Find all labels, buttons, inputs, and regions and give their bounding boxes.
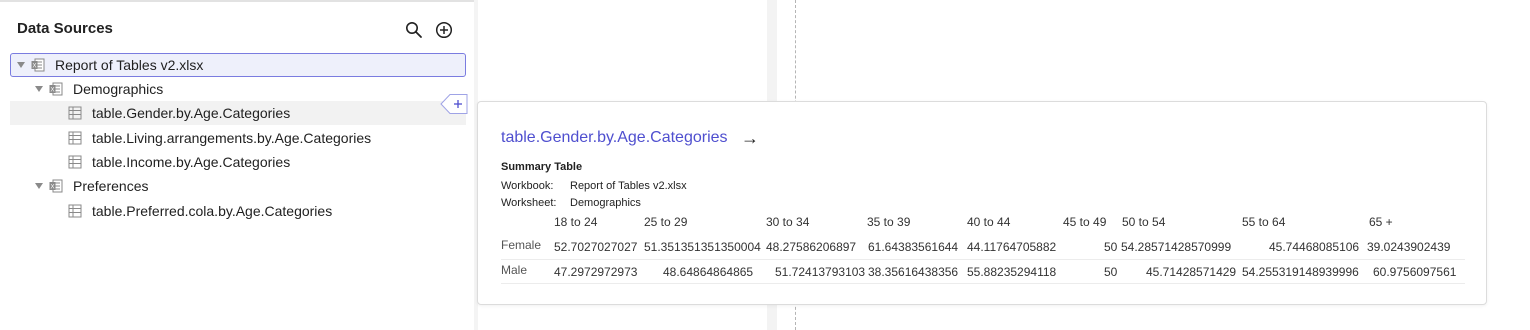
row-label-female: Female (501, 238, 542, 252)
column-header: 50 to 54 (1122, 215, 1166, 229)
table-cell: 44.11764705882 (967, 240, 1057, 254)
preview-title-link[interactable]: table.Gender.by.Age.Categories (501, 129, 728, 147)
table-cell: 45.71428571429 (1146, 265, 1237, 279)
search-icon[interactable] (404, 20, 424, 40)
row-label-male: Male (501, 263, 528, 277)
data-sources-title: Data Sources (17, 20, 113, 37)
column-header: 35 to 39 (867, 215, 911, 229)
row-divider (501, 259, 1465, 260)
table-cell: 54.28571428570999 (1121, 240, 1232, 254)
tree-item-income-table[interactable]: table.Income.by.Age.Categories (10, 150, 466, 174)
tree-item-preferences[interactable]: X Preferences (10, 174, 466, 198)
column-header: 65 + (1369, 215, 1393, 229)
column-header: 40 to 44 (967, 215, 1011, 229)
summary-table-heading: Summary Table (501, 161, 583, 173)
table-cell: 61.64383561644 (868, 240, 959, 254)
svg-text:X: X (50, 88, 54, 94)
workbook-label: Workbook: (501, 180, 554, 192)
tree-item-label: Preferences (73, 178, 149, 194)
tree-item-demographics[interactable]: X Demographics (10, 77, 466, 101)
table-cell: 60.9756097561 (1373, 265, 1457, 279)
excel-sheet-icon: X (49, 82, 63, 96)
excel-sheet-icon: X (49, 179, 63, 193)
table-cell: 48.27586206897 (766, 240, 857, 254)
workbook-value: Report of Tables v2.xlsx (570, 180, 687, 192)
table-cell: 54.255319148939996 (1242, 265, 1359, 279)
table-cell: 50 (1104, 240, 1118, 254)
table-icon (68, 155, 82, 169)
column-header: 18 to 24 (554, 215, 598, 229)
chevron-down-icon[interactable] (17, 62, 25, 68)
tree-item-label: table.Income.by.Age.Categories (92, 154, 291, 170)
table-cell: 55.88235294118 (967, 265, 1057, 279)
tree-item-workbook[interactable]: X Report of Tables v2.xlsx (10, 53, 466, 77)
tree-item-label: table.Living.arrangements.by.Age.Categor… (92, 130, 372, 146)
tree-item-label: table.Gender.by.Age.Categories (92, 105, 291, 121)
chevron-down-icon[interactable] (35, 86, 43, 92)
column-header: 30 to 34 (766, 215, 810, 229)
table-cell: 47.2972972973 (554, 265, 638, 279)
table-cell: 39.0243902439 (1367, 240, 1451, 254)
table-icon (68, 204, 82, 218)
table-cell: 48.64864864865 (663, 265, 754, 279)
tree-item-label: table.Preferred.cola.by.Age.Categories (92, 203, 333, 219)
svg-text:X: X (50, 185, 54, 191)
tree-item-label: Report of Tables v2.xlsx (55, 57, 204, 73)
worksheet-value: Demographics (570, 197, 641, 209)
arrow-right-icon[interactable]: → (741, 129, 759, 147)
table-cell: 51.72413793103 (775, 265, 866, 279)
column-header: 25 to 29 (644, 215, 688, 229)
table-cell: 52.7027027027 (554, 240, 638, 254)
excel-file-icon: X (31, 58, 45, 72)
worksheet-label: Worksheet: (501, 197, 557, 209)
table-cell: 50 (1104, 265, 1118, 279)
data-sources-panel: Data Sources X Report of Tables v2.xlsx … (0, 0, 475, 330)
table-icon (68, 131, 82, 145)
tree-item-label: Demographics (73, 81, 164, 97)
svg-text:X: X (32, 64, 36, 70)
tree-item-living-table[interactable]: table.Living.arrangements.by.Age.Categor… (10, 126, 466, 150)
row-divider (501, 283, 1465, 284)
column-header: 55 to 64 (1242, 215, 1286, 229)
tree-item-gender-table[interactable]: table.Gender.by.Age.Categories (10, 101, 466, 125)
plus-icon (440, 94, 468, 114)
add-to-canvas-button[interactable] (440, 93, 468, 115)
column-header: 45 to 49 (1063, 215, 1107, 229)
table-cell: 38.35616438356 (868, 265, 959, 279)
table-preview-card: table.Gender.by.Age.Categories → Summary… (477, 101, 1487, 305)
chevron-down-icon[interactable] (35, 183, 43, 189)
table-cell: 45.74468085106 (1269, 240, 1360, 254)
add-circle-icon[interactable] (434, 20, 454, 40)
table-icon (68, 106, 82, 120)
tree-item-cola-table[interactable]: table.Preferred.cola.by.Age.Categories (10, 199, 466, 223)
panel-top-border (0, 0, 474, 2)
table-cell: 51.351351351350004 (644, 240, 761, 254)
